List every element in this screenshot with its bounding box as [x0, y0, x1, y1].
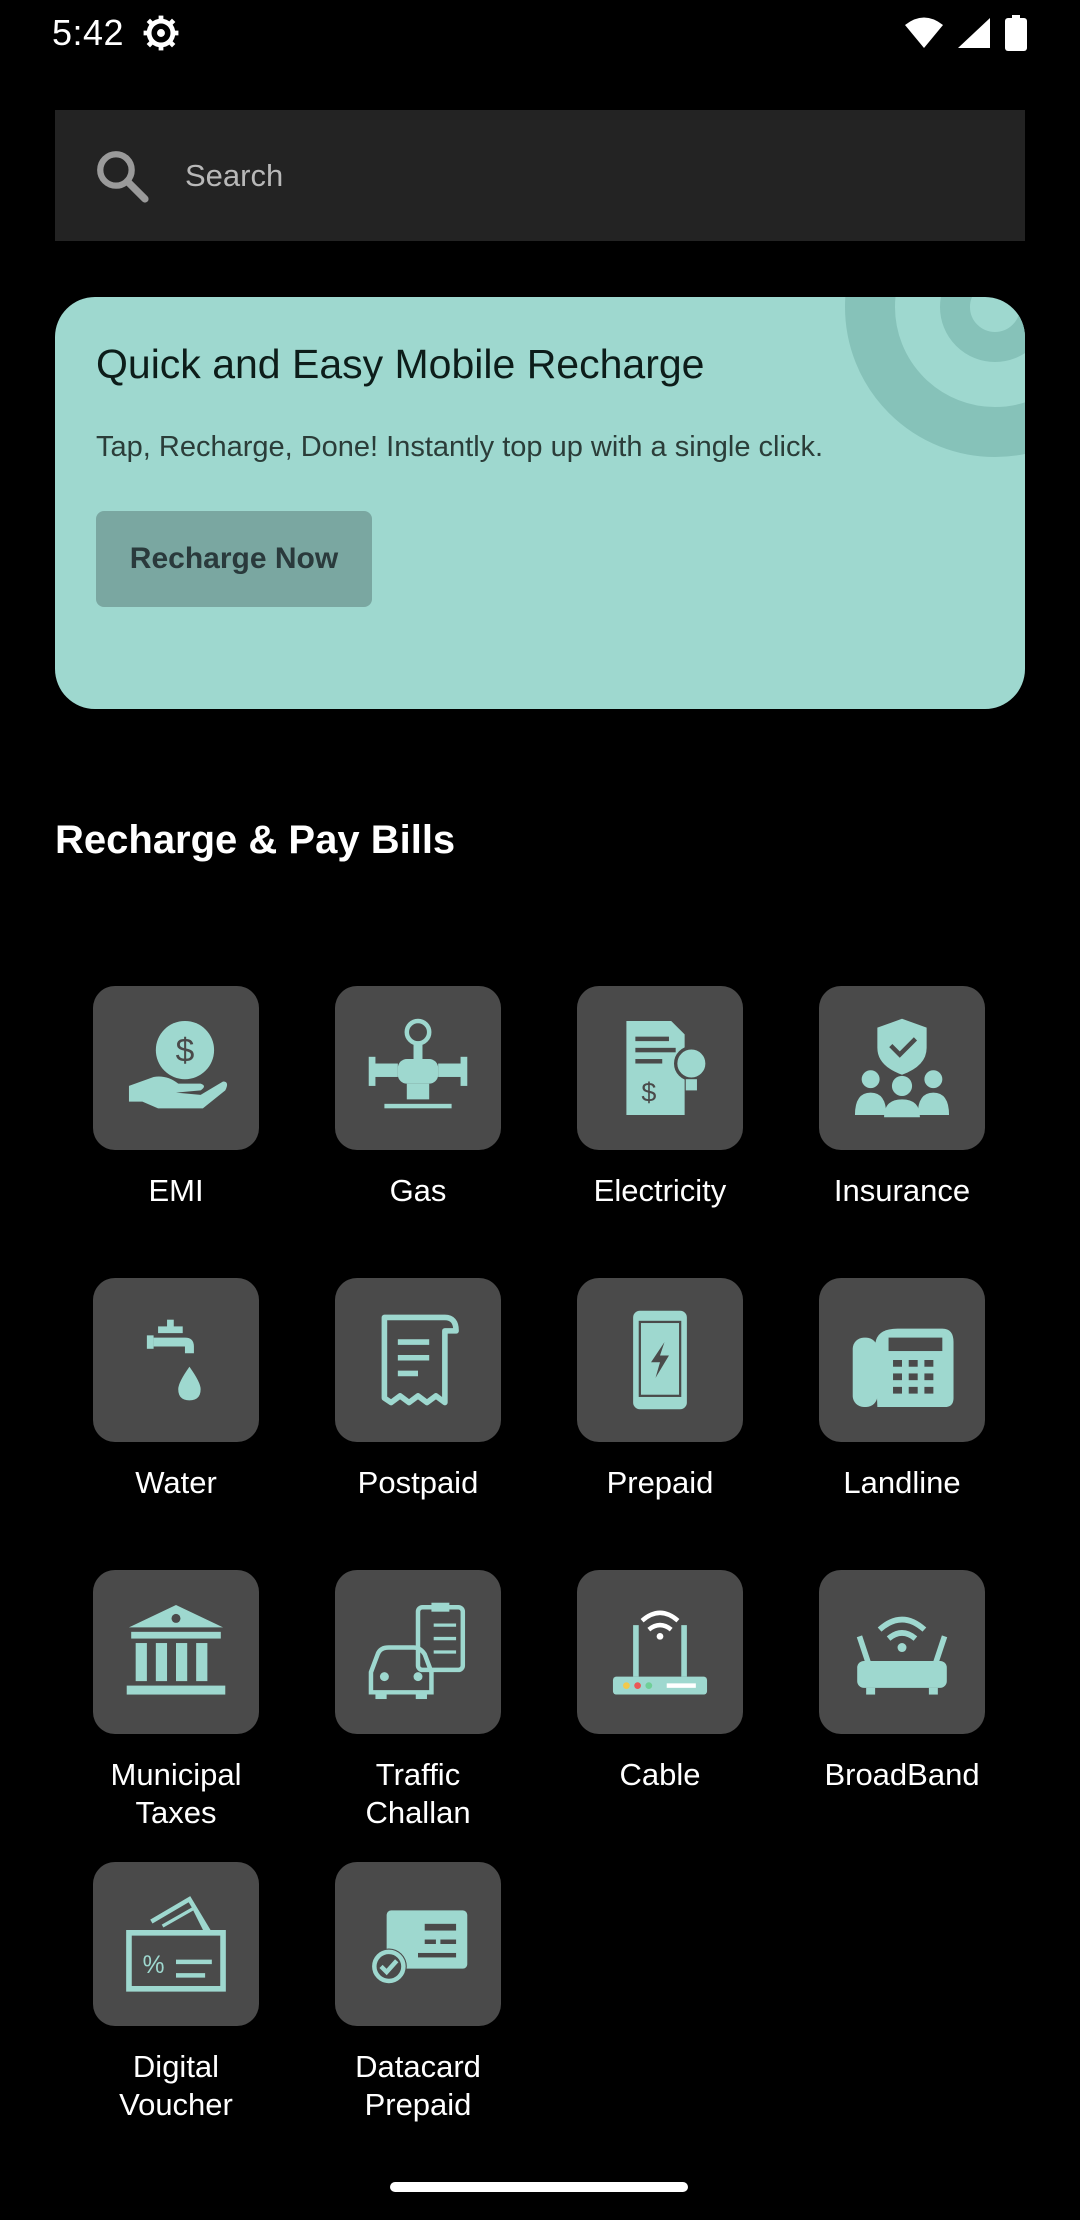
traffic-challan-icon [368, 1602, 466, 1700]
screen: 5:42 Search Quick and Easy Mobile Rechar… [0, 0, 1080, 2220]
promo-title: Quick and Easy Mobile Recharge [96, 341, 705, 387]
services-grid: $ EMI Gas $ Electricity Insurance Water … [55, 986, 1025, 2192]
water-icon [146, 1319, 201, 1401]
service-label: Datacard Prepaid [355, 2049, 481, 2122]
municipal-icon [126, 1604, 226, 1695]
service-label: Traffic Challan [365, 1757, 471, 1830]
cable-icon [612, 1610, 708, 1695]
broadband-icon [856, 1616, 948, 1695]
promo-subtitle: Tap, Recharge, Done! Instantly top up wi… [96, 431, 823, 463]
prepaid-icon [633, 1310, 687, 1410]
service-label: Insurance [833, 1173, 971, 1208]
service-label: Landline [843, 1465, 961, 1500]
service-tile-digital-voucher[interactable]: % Digital Voucher [55, 1862, 297, 2192]
signal-icon [958, 18, 990, 48]
service-tile-emi[interactable]: $ EMI [55, 986, 297, 1278]
svg-text:%: % [143, 1952, 165, 1979]
service-label: Municipal Taxes [110, 1757, 242, 1830]
wifi-icon [905, 17, 943, 48]
service-tile-broadband[interactable]: BroadBand [781, 1570, 1023, 1862]
service-tile-cable[interactable]: Cable [539, 1570, 781, 1862]
service-tile-traffic-challan[interactable]: Traffic Challan [297, 1570, 539, 1862]
section-title: Recharge & Pay Bills [55, 818, 456, 862]
gas-icon [368, 1018, 468, 1109]
service-label: Water [135, 1465, 217, 1500]
landline-icon [852, 1328, 954, 1408]
service-label: Cable [619, 1757, 701, 1792]
emi-icon: $ [128, 1020, 228, 1109]
promo-banner: Quick and Easy Mobile Recharge Tap, Rech… [55, 297, 1025, 709]
electricity-icon: $ [626, 1020, 709, 1116]
svg-text:$: $ [176, 1032, 195, 1069]
home-indicator[interactable] [390, 2182, 688, 2192]
service-tile-gas[interactable]: Gas [297, 986, 539, 1278]
service-tile-water[interactable]: Water [55, 1278, 297, 1570]
search-icon [97, 150, 149, 203]
status-time: 5:42 [52, 12, 125, 53]
service-tile-prepaid[interactable]: Prepaid [539, 1278, 781, 1570]
service-label: Digital Voucher [119, 2049, 233, 2122]
status-bar: 5:42 [0, 0, 1080, 66]
service-label: EMI [148, 1173, 204, 1208]
datacard-icon [370, 1910, 468, 1985]
decorative-rings [845, 297, 1025, 457]
service-tile-datacard-prepaid[interactable]: Datacard Prepaid [297, 1862, 539, 2192]
service-tile-insurance[interactable]: Insurance [781, 986, 1023, 1278]
postpaid-icon [381, 1314, 459, 1406]
service-tile-postpaid[interactable]: Postpaid [297, 1278, 539, 1570]
status-icons [904, 15, 1028, 51]
insurance-icon [854, 1018, 950, 1118]
service-label: BroadBand [824, 1757, 980, 1792]
digital-voucher-icon: % [126, 1896, 226, 1992]
svg-text:$: $ [641, 1078, 656, 1108]
gear-icon [143, 15, 179, 51]
service-label: Prepaid [606, 1465, 714, 1500]
search-input[interactable] [185, 157, 965, 194]
service-tile-municipal-taxes[interactable]: Municipal Taxes [55, 1570, 297, 1862]
service-label: Electricity [593, 1173, 727, 1208]
recharge-now-button[interactable]: Recharge Now [96, 511, 372, 607]
service-tile-electricity[interactable]: $ Electricity [539, 986, 781, 1278]
service-tile-landline[interactable]: Landline [781, 1278, 1023, 1570]
service-label: Gas [389, 1173, 447, 1208]
battery-icon [1005, 15, 1027, 51]
search-bar[interactable] [55, 110, 1025, 241]
service-label: Postpaid [357, 1465, 479, 1500]
